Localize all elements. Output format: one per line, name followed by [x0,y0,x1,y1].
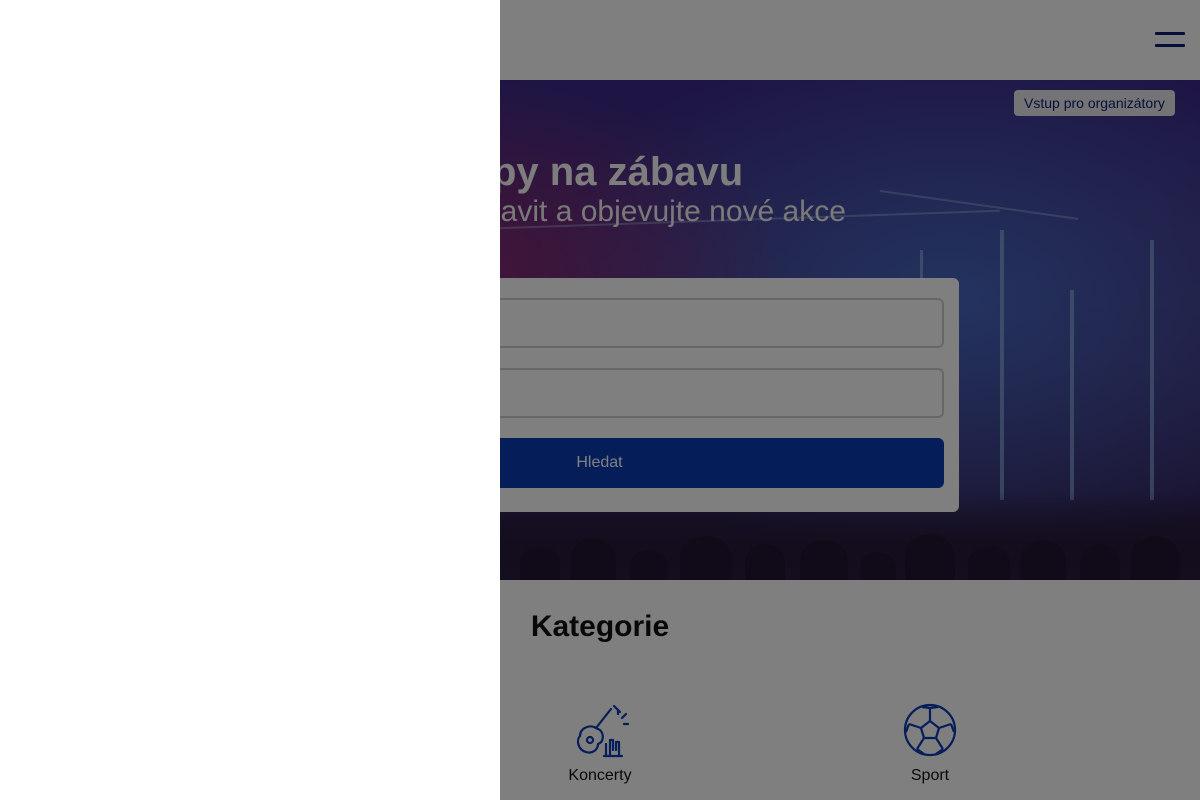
side-drawer-panel [0,0,500,800]
